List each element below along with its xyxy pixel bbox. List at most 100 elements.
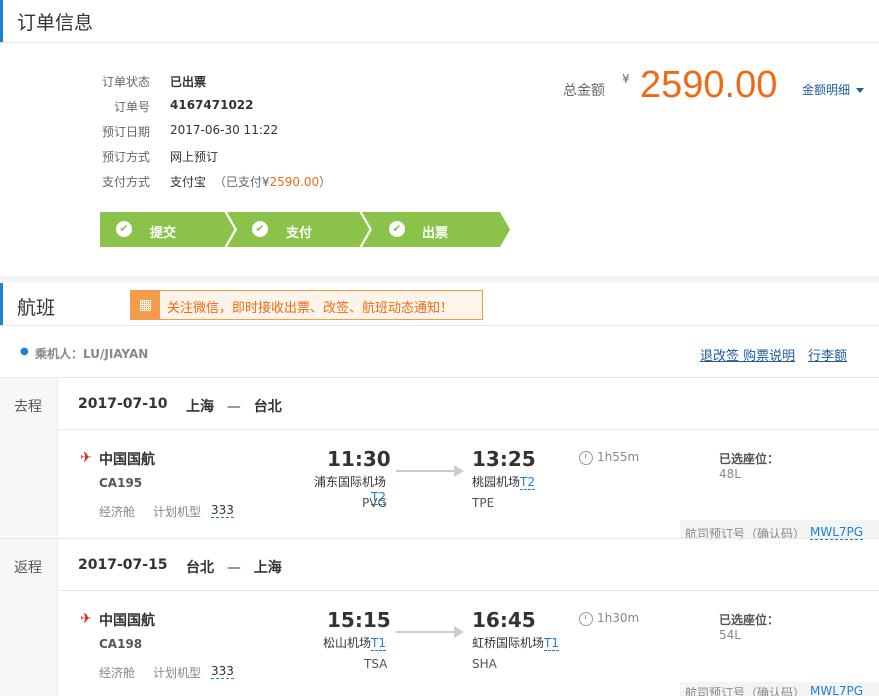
route-dash: — (226, 399, 241, 415)
check-icon: ✔ (252, 221, 268, 237)
paid-amount: 2590.00 (269, 175, 320, 189)
leg-date: 2017-07-10 (78, 396, 168, 412)
airline-name: 中国国航 (99, 613, 155, 629)
clock-icon (579, 612, 593, 626)
total-amount: 2590.00 (640, 64, 778, 106)
arrival-time: 13:25 (472, 447, 536, 471)
order-date: 2017-06-30 11:22 (170, 123, 279, 137)
check-icon: ✔ (116, 221, 132, 237)
amount-detail-link[interactable]: 金额明细 (802, 81, 864, 98)
pay-method: 支付宝 (170, 175, 207, 189)
method-label: 预订方式 (101, 150, 150, 164)
baggage-link[interactable]: 行李额 (808, 345, 847, 364)
arrow-right-icon (396, 626, 464, 638)
terminal[interactable]: T1 (371, 636, 386, 651)
arrival-airport: 虹桥国际机场T1 (472, 634, 559, 651)
pnr-code[interactable]: MWL7PG (810, 684, 863, 696)
flight-number: CA195 (99, 476, 143, 490)
wechat-notice[interactable]: ▦ 关注微信，即时接收出票、改签、航班动态通知！ (130, 290, 483, 320)
divider (0, 325, 879, 326)
caret-down-icon (855, 88, 864, 93)
leg-direction: 返程 (14, 560, 42, 576)
passenger-label: 乘机人： (35, 347, 84, 361)
date-label: 预订日期 (101, 125, 150, 139)
departure-code: PVG (362, 496, 387, 510)
divider (58, 429, 879, 430)
step-submit: ✔ 提交 (100, 212, 225, 247)
plane-type[interactable]: 333 (211, 503, 234, 518)
status-label: 订单状态 (101, 75, 150, 89)
paid-prefix: （已支付¥ (213, 175, 270, 189)
to-city: 台北 (253, 399, 282, 415)
to-city: 上海 (253, 560, 282, 576)
airport-name: 浦东国际机场 (313, 475, 386, 489)
arrival-code: SHA (472, 657, 497, 671)
bullet-icon: ● (20, 346, 29, 357)
qrcode-icon: ▦ (131, 291, 160, 319)
step-label: 提交 (150, 226, 177, 241)
seat-number: 54L (719, 628, 741, 642)
terminal[interactable]: T2 (520, 475, 535, 490)
arrival-airport: 桃园机场T2 (472, 473, 535, 490)
clock-icon (579, 451, 593, 465)
seat-label: 已选座位： (719, 452, 780, 466)
section-accent (0, 0, 3, 42)
refund-policy-link[interactable]: 退改签 购票说明 (700, 345, 795, 364)
step-ticketed: ✔ 出票 (370, 212, 500, 247)
paid-suffix: ） (319, 175, 332, 189)
plane-label: 计划机型 (153, 666, 202, 680)
order-no-label: 订单号 (113, 100, 150, 114)
route-dash: — (226, 560, 241, 576)
from-city: 台北 (186, 560, 214, 576)
leg-route: 台北 — 上海 (186, 557, 282, 577)
divider (0, 42, 879, 43)
section-accent (0, 283, 3, 325)
step-label: 出票 (422, 226, 449, 241)
pnr-bar: 航司预订号（确认码） MWL7PG (680, 682, 879, 696)
departure-time: 15:15 (327, 608, 391, 632)
seat-label: 已选座位： (719, 613, 780, 627)
terminal[interactable]: T1 (544, 636, 559, 651)
step-label: 支付 (286, 226, 313, 241)
flights-section-title: 航班 (17, 297, 56, 319)
departure-time: 11:30 (327, 447, 391, 471)
passenger-name: LU/JIAYAN (83, 347, 149, 361)
flight-duration: 1h30m (597, 611, 640, 625)
from-city: 上海 (186, 399, 214, 415)
air-china-logo-icon: ✈ (80, 611, 92, 627)
plane-type[interactable]: 333 (211, 664, 234, 679)
flight-duration: 1h55m (597, 450, 640, 464)
order-number: 4167471022 (170, 98, 254, 112)
divider (0, 377, 879, 378)
departure-code: TSA (364, 657, 388, 671)
payment-info: 支付宝 （已支付¥2590.00） (170, 173, 331, 190)
airline-name: 中国国航 (99, 452, 155, 468)
arrow-right-icon (396, 465, 464, 477)
airport-name: 虹桥国际机场 (472, 636, 545, 650)
airport-name: 松山机场 (323, 636, 372, 650)
progress-steps: ✔ 提交 ✔ 支付 ✔ 出票 (100, 212, 510, 247)
airport-name: 桃园机场 (472, 475, 521, 489)
amount-detail-label: 金额明细 (802, 83, 851, 97)
departure-airport: 松山机场T1 (300, 634, 386, 651)
arrival-time: 16:45 (472, 608, 536, 632)
wechat-notice-text: 关注微信，即时接收出票、改签、航班动态通知！ (167, 301, 454, 316)
cabin-class: 经济舱 (99, 666, 136, 680)
plane-label: 计划机型 (153, 505, 202, 519)
order-section-title: 订单信息 (17, 12, 94, 34)
arrival-code: TPE (472, 496, 495, 510)
pnr-label: 航司预订号（确认码） (685, 527, 806, 541)
pay-label: 支付方式 (101, 175, 150, 189)
step-pay: ✔ 支付 (235, 212, 360, 247)
order-status: 已出票 (170, 75, 207, 89)
total-label: 总金额 (563, 83, 605, 99)
pnr-label: 航司预订号（确认码） (685, 686, 806, 696)
order-method: 网上预订 (170, 150, 219, 164)
leg-direction: 去程 (14, 399, 42, 415)
seat-number: 48L (719, 467, 741, 481)
section-separator (0, 276, 879, 282)
flight-number: CA198 (99, 637, 143, 651)
currency-symbol: ¥ (622, 72, 630, 86)
cabin-class: 经济舱 (99, 505, 136, 519)
divider (58, 590, 879, 591)
